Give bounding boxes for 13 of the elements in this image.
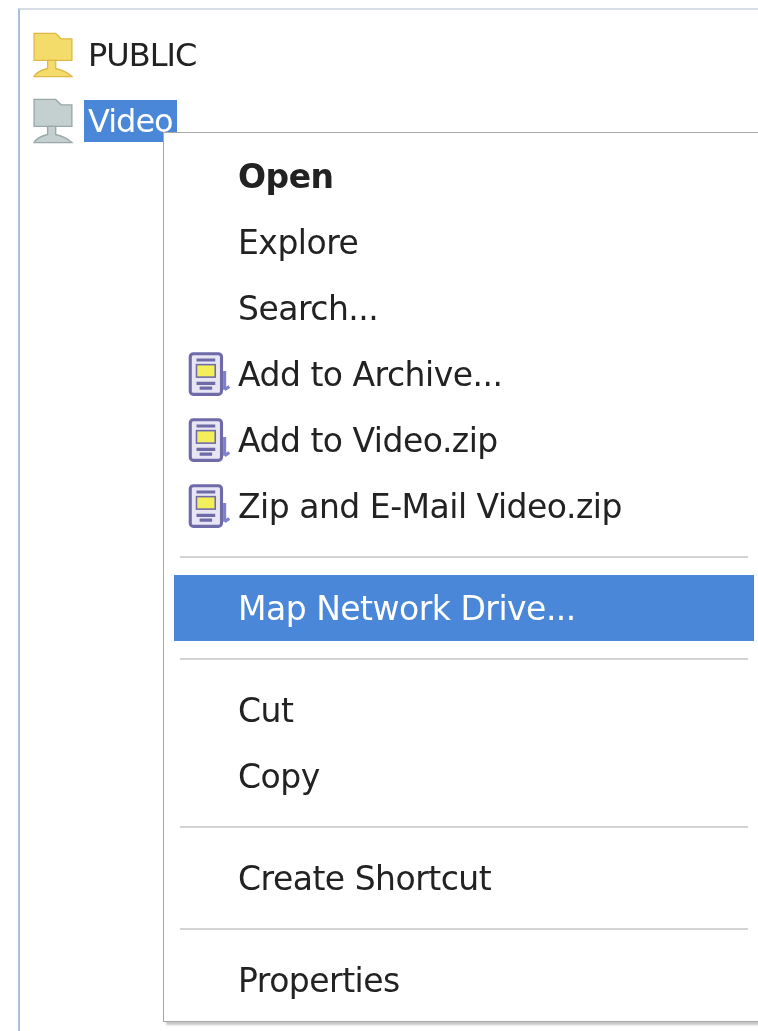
menu-item[interactable]: Map Network Drive...	[174, 575, 754, 641]
menu-item[interactable]: Zip and E-Mail Video.zip	[174, 473, 754, 539]
menu-item[interactable]: Search...	[174, 275, 754, 341]
menu-item[interactable]: Create Shortcut	[174, 845, 754, 911]
menu-item[interactable]: Add to Video.zip	[174, 407, 754, 473]
menu-item[interactable]: Copy	[174, 743, 754, 809]
menu-item[interactable]: Open	[174, 143, 754, 209]
tree-item[interactable]: PUBLIC	[84, 34, 201, 76]
menu-item[interactable]: Explore	[174, 209, 754, 275]
menu-item[interactable]: Cut	[174, 677, 754, 743]
tree-item[interactable]: Video	[84, 100, 177, 142]
menu-item[interactable]: Properties	[174, 947, 754, 1013]
menu-item[interactable]: Add to Archive...	[174, 341, 754, 407]
